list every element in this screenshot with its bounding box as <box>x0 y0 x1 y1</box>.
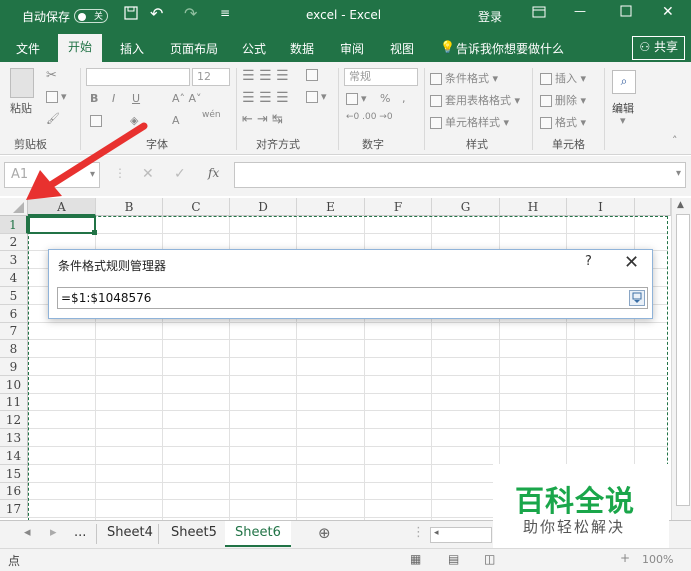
status-bar: 点 ▦ ▤ ◫ + 100% <box>0 548 691 571</box>
watermark-logo: 百科全说 助你轻松解决 <box>493 464 669 548</box>
sheet-tab-sheet6[interactable]: Sheet6 <box>225 521 291 547</box>
normal-view-icon[interactable]: ▦ <box>410 552 421 566</box>
prev-sheet-icon[interactable]: ◂ <box>24 523 31 545</box>
page-break-view-icon[interactable]: ◫ <box>484 552 495 566</box>
watermark-subtitle: 助你轻松解决 <box>523 518 626 536</box>
watermark-title: 百科全说 <box>515 484 636 518</box>
tab-split-handle-icon[interactable]: ⋮ <box>412 523 425 545</box>
status-mode: 点 <box>8 554 21 568</box>
sheet-tab-sheet4[interactable]: Sheet4 <box>107 523 153 545</box>
zoom-in-icon[interactable]: + <box>620 551 630 565</box>
next-sheet-icon[interactable]: ▸ <box>50 523 57 545</box>
sheet-tab-sheet5[interactable]: Sheet5 <box>171 523 217 545</box>
more-sheets-button[interactable]: ... <box>74 523 86 545</box>
page-layout-view-icon[interactable]: ▤ <box>448 552 459 566</box>
scroll-left-icon[interactable]: ◂ <box>434 528 439 538</box>
zoom-level[interactable]: 100% <box>642 553 673 566</box>
add-sheet-icon[interactable]: ⊕ <box>318 523 331 545</box>
horizontal-scrollbar[interactable]: ◂ <box>430 527 492 543</box>
